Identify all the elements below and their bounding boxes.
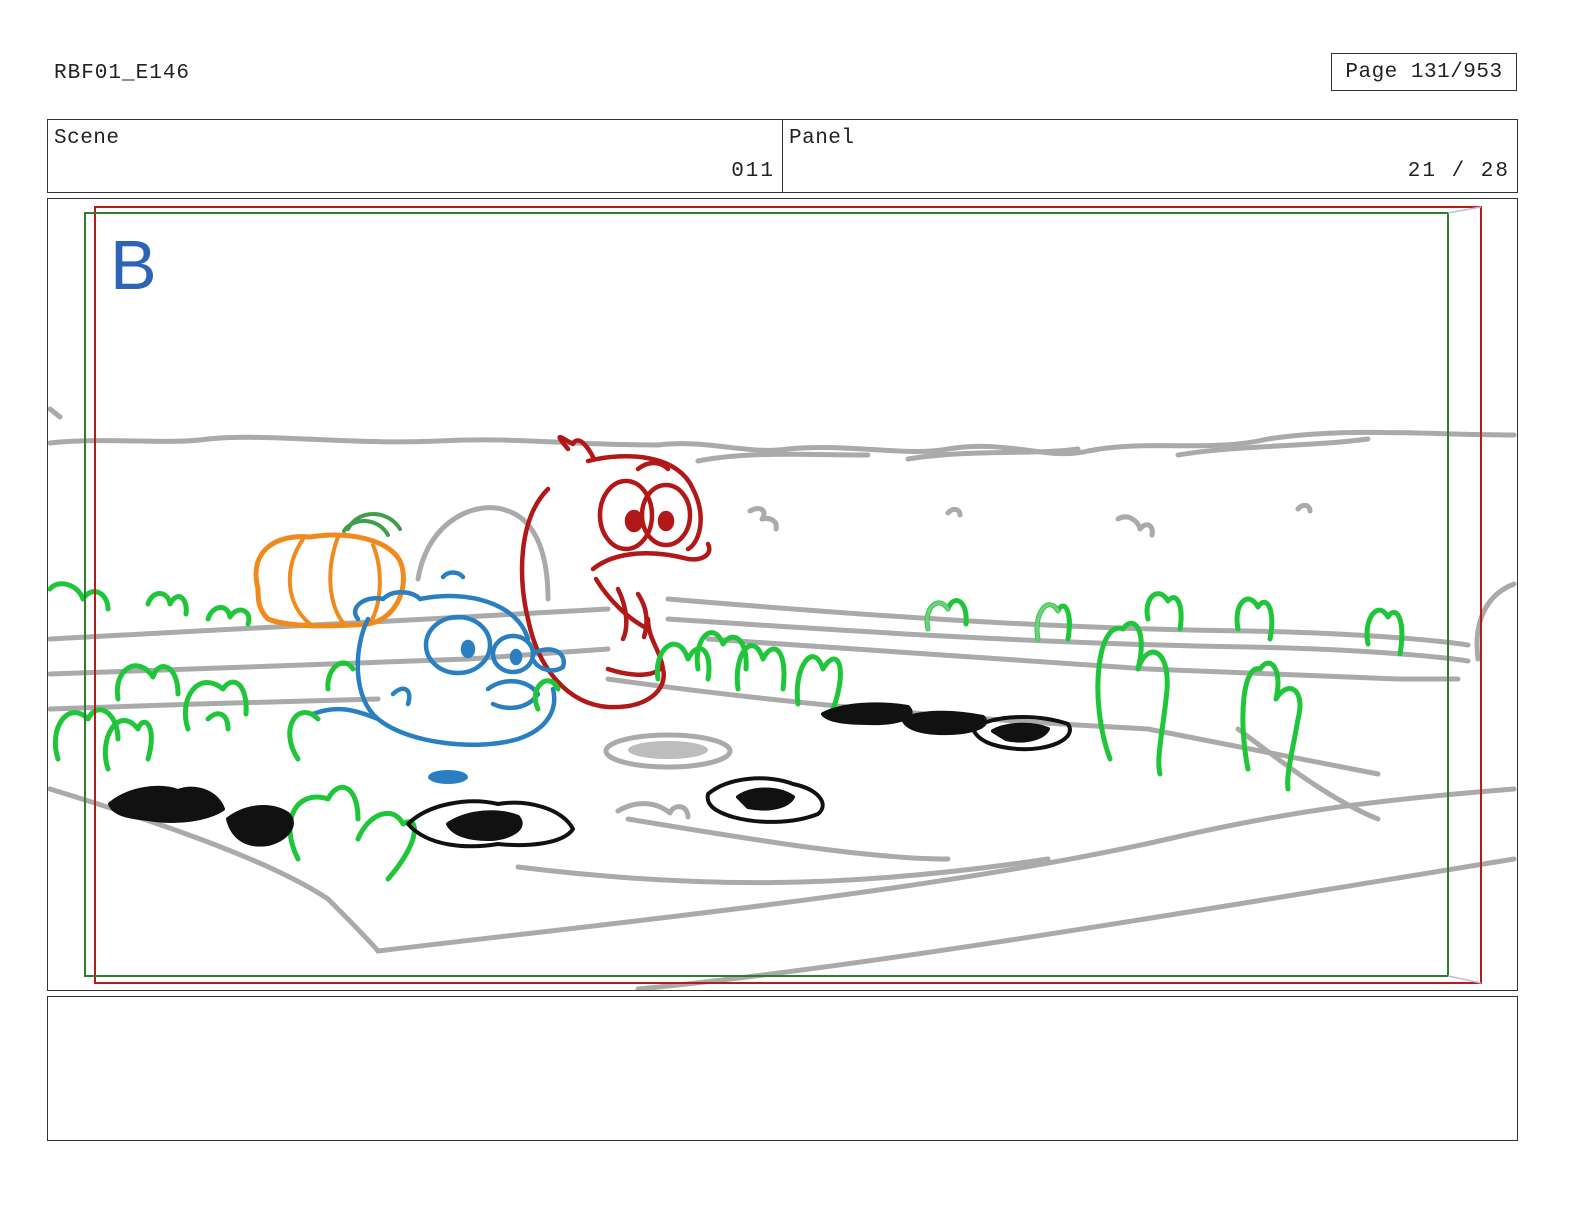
- panel-cell: Panel 21 / 28: [782, 120, 1517, 192]
- panel-label: Panel: [789, 127, 855, 150]
- red-character: [519, 434, 712, 710]
- document-id: RBF01_E146: [54, 62, 191, 85]
- scene-label: Scene: [54, 127, 120, 150]
- dirt-holes: [108, 702, 1072, 849]
- info-row: Scene 011 Panel 21 / 28: [47, 119, 1518, 193]
- page-indicator: Page 131/953: [1331, 53, 1517, 91]
- panel-marker-letter: B: [110, 226, 157, 304]
- scene-number: 011: [731, 160, 775, 183]
- gray-hole-fill: [628, 741, 708, 759]
- background-sketch: [48, 406, 1517, 990]
- storyboard-panel: B: [47, 198, 1518, 991]
- scene-cell: Scene 011: [48, 120, 782, 192]
- panel-drawing: B: [48, 206, 1517, 990]
- notes-box: [47, 996, 1518, 1141]
- panel-number: 21 / 28: [1407, 160, 1510, 183]
- action-safe-frame: [94, 206, 1482, 984]
- pumpkin: [253, 512, 406, 629]
- blue-shadow-mark: [428, 770, 468, 784]
